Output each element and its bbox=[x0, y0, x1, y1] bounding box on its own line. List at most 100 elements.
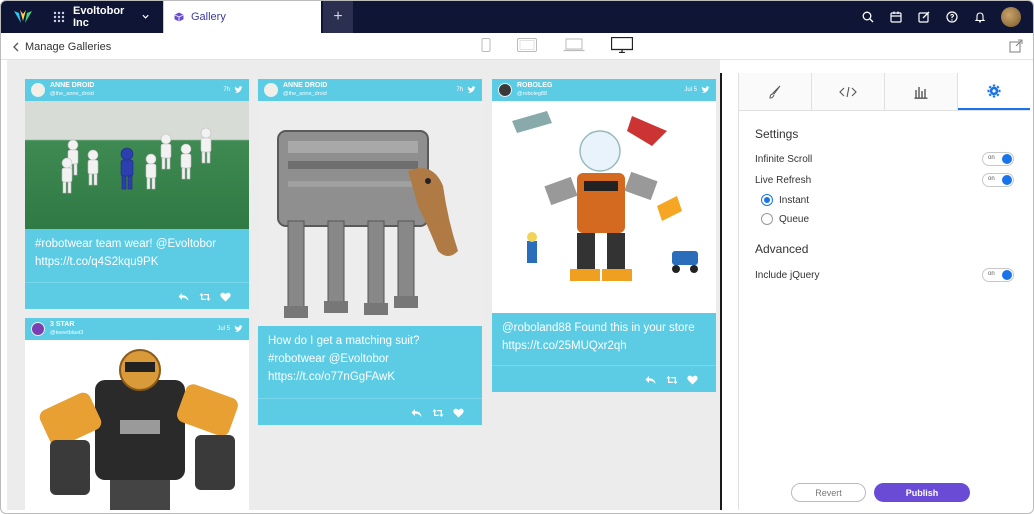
heart-icon[interactable] bbox=[220, 291, 231, 302]
avatar bbox=[31, 83, 45, 97]
tweet-image[interactable] bbox=[258, 101, 482, 326]
heart-icon[interactable] bbox=[687, 374, 698, 385]
revert-button[interactable]: Revert bbox=[791, 483, 866, 502]
radio-queue[interactable]: Queue bbox=[761, 211, 809, 227]
live-refresh-label: Live Refresh bbox=[755, 174, 812, 186]
tab-style[interactable] bbox=[739, 73, 812, 110]
code-icon bbox=[839, 86, 857, 97]
search-icon[interactable] bbox=[861, 10, 875, 24]
toggle-knob bbox=[1002, 154, 1012, 164]
radio-instant[interactable]: Instant bbox=[761, 192, 809, 208]
include-jquery-toggle[interactable]: on bbox=[982, 268, 1014, 282]
publish-button[interactable]: Publish bbox=[874, 483, 970, 502]
heart-icon[interactable] bbox=[453, 407, 464, 418]
help-icon[interactable] bbox=[945, 10, 959, 24]
tab-code[interactable] bbox=[812, 73, 885, 110]
radio-instant-dot bbox=[761, 194, 773, 206]
radio-instant-label: Instant bbox=[779, 194, 810, 206]
tweet-text: How do I get a matching suit? #robotwear… bbox=[268, 335, 420, 383]
tab-gallery[interactable]: Gallery bbox=[163, 1, 321, 33]
app-logo[interactable] bbox=[1, 1, 45, 33]
avatar bbox=[264, 83, 278, 97]
settings-panel: Settings Infinite Scroll on Live Refresh… bbox=[738, 73, 1030, 510]
panel-tabs bbox=[739, 73, 1030, 111]
card-divider bbox=[25, 282, 249, 283]
new-tab-button[interactable]: + bbox=[323, 1, 353, 33]
gallery-preview: ANNE DROID @the_anne_droid 7h #robotwear… bbox=[7, 60, 720, 510]
tweet-card[interactable]: 3 STAR @tweetblast3 Jul 5 bbox=[25, 318, 249, 510]
reply-icon[interactable] bbox=[178, 291, 189, 301]
user-avatar[interactable] bbox=[1001, 7, 1021, 27]
desktop-icon[interactable] bbox=[610, 36, 634, 56]
tab-settings[interactable] bbox=[958, 73, 1030, 110]
laptop-icon[interactable] bbox=[563, 38, 585, 55]
back-label: Manage Galleries bbox=[25, 40, 112, 53]
tweet-author-handle: @the_anne_droid bbox=[283, 91, 327, 97]
reply-icon[interactable] bbox=[645, 374, 656, 384]
retweet-icon[interactable] bbox=[432, 407, 444, 417]
tweet-author-name: 3 STAR bbox=[50, 321, 75, 328]
tweet-header: ANNE DROID @the_anne_droid 7h bbox=[25, 79, 249, 101]
toggle-knob bbox=[1002, 175, 1012, 185]
twitter-bird-icon bbox=[234, 325, 243, 332]
tweet-image[interactable] bbox=[25, 340, 249, 510]
tweet-author-name: ROBOLEG bbox=[517, 82, 553, 89]
tweet-header: ANNE DROID @the_anne_droid 7h bbox=[258, 79, 482, 101]
tweet-image[interactable] bbox=[25, 101, 249, 229]
toggle-on-label: on bbox=[988, 155, 995, 161]
top-icons bbox=[861, 1, 1021, 33]
card-divider bbox=[258, 398, 482, 399]
cube-icon bbox=[174, 12, 184, 22]
sub-bar: Manage Galleries bbox=[1, 33, 1033, 60]
tweet-header: 3 STAR @tweetblast3 Jul 5 bbox=[25, 318, 249, 340]
tweet-card[interactable]: ROBOLEG @roboleg88 Jul 5 @roboland88 Fou… bbox=[492, 79, 716, 392]
live-refresh-toggle[interactable]: on bbox=[982, 173, 1014, 187]
retweet-icon[interactable] bbox=[199, 291, 211, 301]
advanced-heading: Advanced bbox=[755, 242, 809, 256]
infinite-scroll-toggle[interactable]: on bbox=[982, 152, 1014, 166]
tab-gallery-label: Gallery bbox=[191, 11, 226, 23]
tweet-card[interactable]: ANNE DROID @the_anne_droid 7h bbox=[25, 79, 249, 309]
radio-queue-dot bbox=[761, 213, 773, 225]
twitter-bird-icon bbox=[701, 86, 710, 93]
resize-handle[interactable] bbox=[720, 73, 722, 510]
tweet-author-handle: @tweetblast3 bbox=[50, 330, 84, 336]
reply-icon[interactable] bbox=[411, 407, 422, 417]
tweet-actions bbox=[411, 407, 464, 418]
org-name: Evoltobor Inc bbox=[73, 5, 125, 29]
edit-icon[interactable] bbox=[917, 10, 931, 24]
tweet-card[interactable]: ANNE DROID @the_anne_droid 7h bbox=[258, 79, 482, 425]
tweet-actions bbox=[645, 374, 698, 385]
gear-icon bbox=[987, 84, 1001, 97]
card-divider bbox=[492, 365, 716, 366]
infinite-scroll-row: Infinite Scroll on bbox=[755, 150, 1014, 168]
apps-grid-icon[interactable] bbox=[45, 1, 73, 33]
robot-photo bbox=[39, 349, 238, 510]
mobile-icon[interactable] bbox=[481, 38, 491, 55]
retweet-icon[interactable] bbox=[666, 374, 678, 384]
robots-photo bbox=[61, 127, 212, 194]
toggle-on-label: on bbox=[988, 271, 995, 277]
tablet-icon[interactable] bbox=[517, 38, 537, 55]
tweet-author-name: ANNE DROID bbox=[283, 82, 328, 89]
brush-icon bbox=[769, 85, 781, 99]
avatar bbox=[31, 322, 45, 336]
infinite-scroll-label: Infinite Scroll bbox=[755, 153, 813, 165]
org-switcher[interactable]: Evoltobor Inc bbox=[73, 1, 163, 33]
dog-costume-photo bbox=[277, 130, 458, 318]
include-jquery-row: Include jQuery on bbox=[755, 266, 1014, 284]
tweet-image[interactable] bbox=[492, 101, 716, 313]
tweet-time: 7h bbox=[456, 87, 463, 93]
bell-icon[interactable] bbox=[973, 10, 987, 24]
calendar-icon[interactable] bbox=[889, 10, 903, 24]
chevron-left-icon bbox=[13, 42, 19, 51]
back-link[interactable]: Manage Galleries bbox=[13, 33, 111, 60]
tweet-text: @roboland88 Found this in your store htt… bbox=[502, 322, 695, 352]
tweet-actions bbox=[178, 291, 231, 302]
open-external-icon[interactable] bbox=[1009, 39, 1023, 56]
app-window: Evoltobor Inc Gallery + Manage Galleries bbox=[0, 0, 1034, 514]
tab-analytics[interactable] bbox=[885, 73, 958, 110]
tweet-author-name: ANNE DROID bbox=[50, 82, 95, 89]
tweet-author-handle: @roboleg88 bbox=[517, 91, 548, 97]
avatar bbox=[498, 83, 512, 97]
